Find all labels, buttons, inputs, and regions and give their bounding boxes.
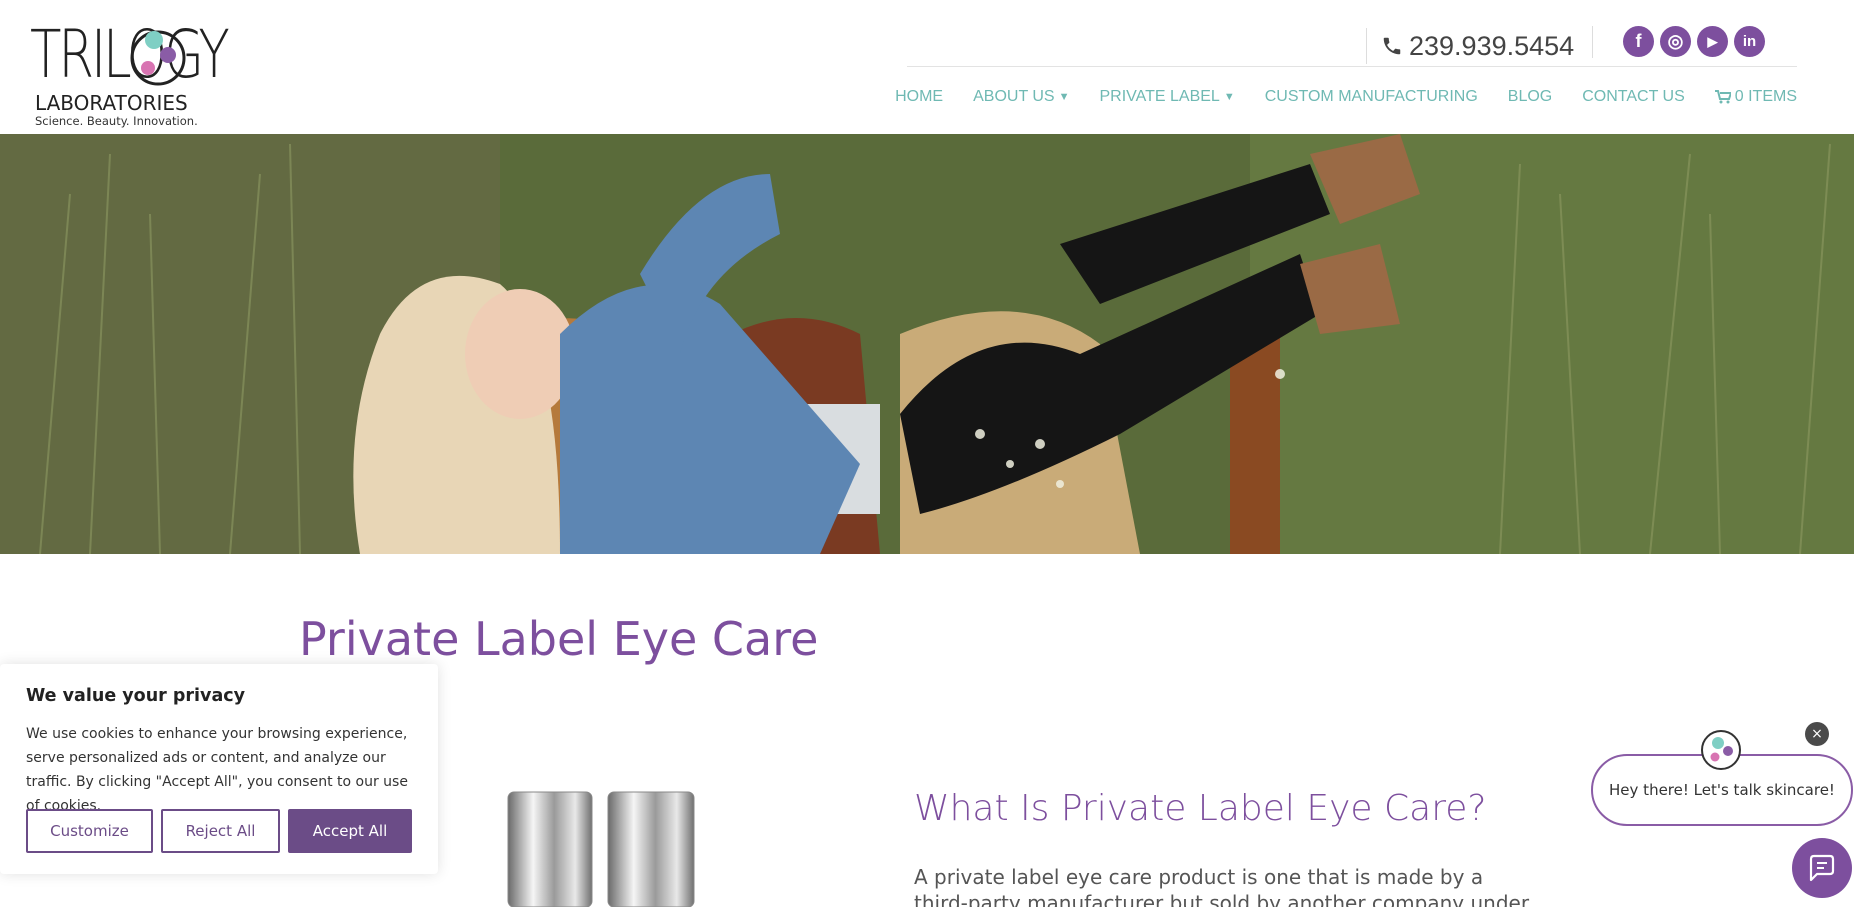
nav-label: BLOG [1507,88,1553,105]
logo-dots-icon [130,30,186,86]
nav-label: CUSTOM MANUFACTURING [1264,88,1478,105]
chat-greeting-text: Hey there! Let's talk skincare! [1609,781,1835,799]
nav-contact-us[interactable]: CONTACT US [1582,88,1685,106]
section-body: A private label eye care product is one … [914,865,1530,907]
nav-about-us[interactable]: ABOUT US ▼ [973,88,1069,106]
close-icon[interactable]: × [1805,722,1829,746]
site-header: TRILOGY LABORATORIES Science. Beauty. In… [0,0,1854,134]
map-pin-icon[interactable]: ◎ [1660,26,1691,57]
chat-icon [1809,854,1835,882]
phone-link[interactable]: 239.939.5454 [1366,28,1574,64]
customize-button[interactable]: Customize [26,809,153,853]
social-links: f ◎ ▶ in [1623,26,1765,57]
page-title: Private Label Eye Care [299,612,819,666]
chat-avatar [1701,730,1741,770]
nav-label: CONTACT US [1582,88,1685,105]
accept-all-button[interactable]: Accept All [288,809,412,853]
phone-number: 239.939.5454 [1409,30,1575,61]
facebook-icon[interactable]: f [1623,26,1654,57]
logo-subtitle: LABORATORIES [35,91,188,115]
nav-label: PRIVATE LABEL [1099,88,1220,105]
reject-all-button[interactable]: Reject All [161,809,280,853]
section-title: What Is Private Label Eye Care? [914,788,1487,829]
divider [1592,26,1593,58]
nav-custom-manufacturing[interactable]: CUSTOM MANUFACTURING [1265,88,1478,106]
logo-tagline: Science. Beauty. Innovation. [35,114,198,128]
caret-down-icon: ▼ [1058,91,1070,103]
nav-cart[interactable]: 0 ITEMS [1714,88,1797,106]
linkedin-icon[interactable]: in [1734,26,1765,57]
avatar-logo-icon [1710,737,1733,762]
main-nav: HOME ABOUT US ▼ PRIVATE LABEL ▼ CUSTOM MAN… [895,88,1797,106]
phone-icon [1383,37,1401,55]
cookie-title: We value your privacy [26,686,246,706]
hero-image [0,134,1854,554]
nav-blog[interactable]: BLOG [1508,88,1552,106]
cart-count: 0 ITEMS [1734,88,1797,105]
nav-label: HOME [895,88,944,105]
header-divider [907,66,1797,67]
caret-down-icon: ▼ [1223,91,1235,103]
site-logo[interactable]: TRILOGY LABORATORIES Science. Beauty. In… [30,22,270,130]
hero-scene [0,134,1854,554]
nav-label: ABOUT US [973,88,1055,105]
cookie-banner: We value your privacy We use cookies to … [0,664,438,874]
logo-wordmark: TRILOGY [30,16,230,93]
nav-home[interactable]: HOME [895,88,943,106]
chat-launcher-button[interactable] [1792,838,1852,898]
product-image [506,790,696,907]
cookie-text: We use cookies to enhance your browsing … [26,726,408,814]
cart-icon [1714,90,1731,104]
nav-private-label[interactable]: PRIVATE LABEL ▼ [1099,88,1234,106]
youtube-icon[interactable]: ▶ [1697,26,1728,57]
